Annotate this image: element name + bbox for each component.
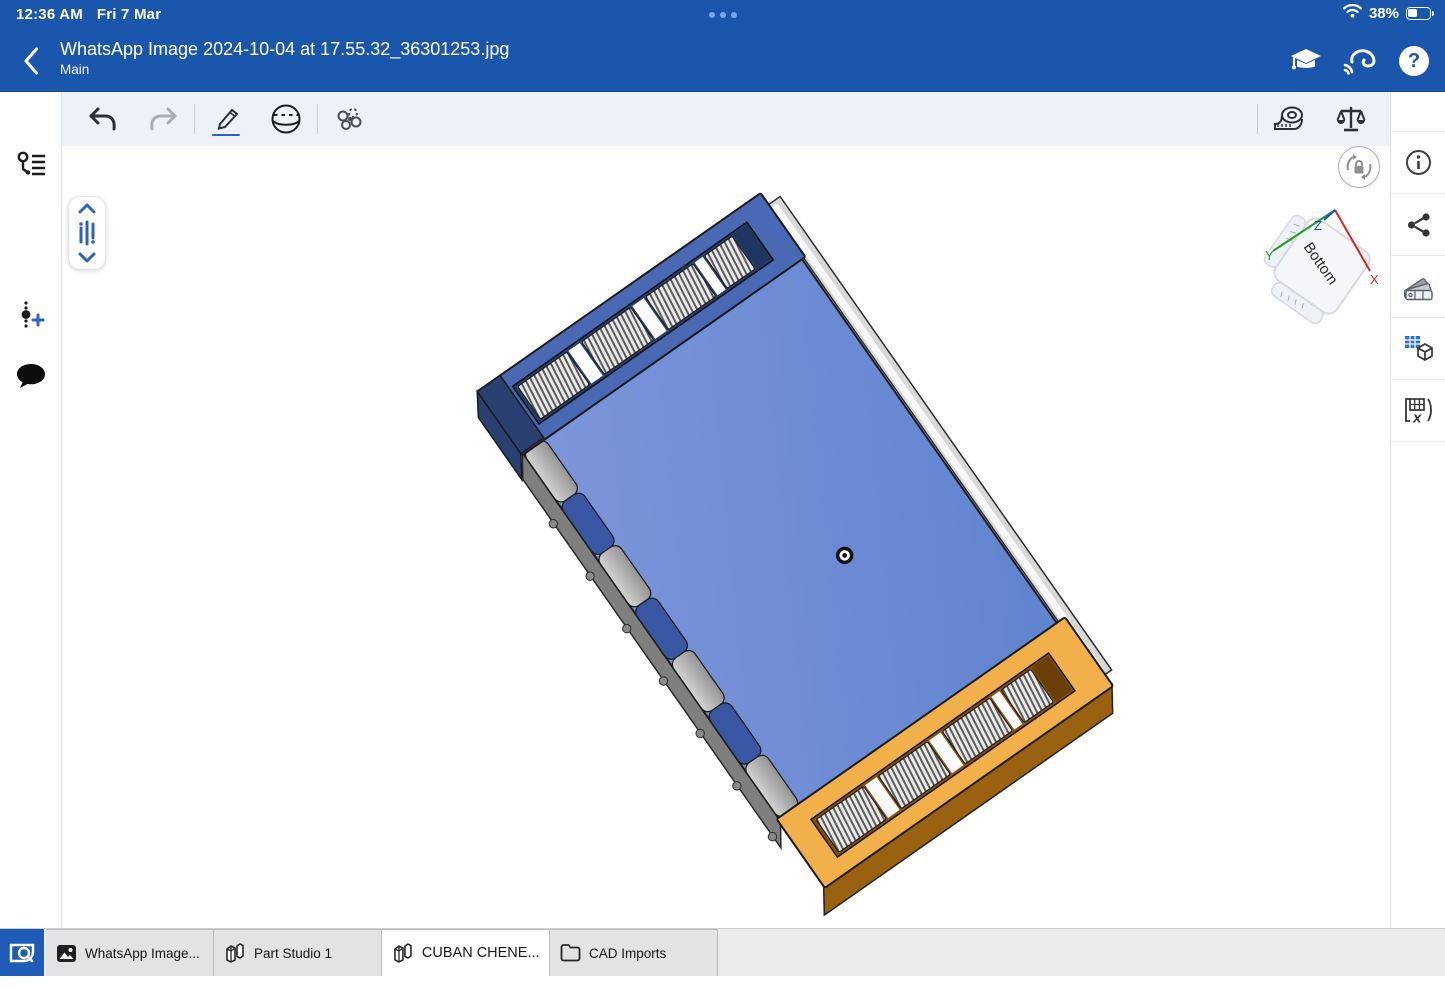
share-icon xyxy=(1406,212,1432,238)
parts-cluster-button[interactable] xyxy=(326,98,372,140)
axis-x-label: X xyxy=(1370,272,1379,287)
comment-icon xyxy=(15,362,47,390)
toolbar xyxy=(62,92,1390,146)
tab-part-studio-1[interactable]: Part Studio 1 xyxy=(214,929,382,977)
tab-cuban-chene[interactable]: CUBAN CHENE... xyxy=(382,929,550,977)
chevron-left-icon xyxy=(23,47,39,75)
redo-button[interactable] xyxy=(140,98,186,140)
part-studio-icon xyxy=(392,942,414,964)
undo-icon xyxy=(88,106,118,132)
tab-label: WhatsApp Image... xyxy=(85,946,200,961)
measure-button[interactable] xyxy=(1266,98,1312,140)
configurations-panel-button[interactable] xyxy=(1391,318,1445,380)
share-panel-button[interactable] xyxy=(1391,194,1445,256)
rotation-lock-icon xyxy=(1344,152,1374,182)
part-model xyxy=(62,146,1390,928)
rollback-down-button[interactable] xyxy=(78,252,96,263)
part-studio-icon xyxy=(224,942,246,964)
tab-cad-imports[interactable]: CAD Imports xyxy=(550,929,718,977)
rollback-up-button[interactable] xyxy=(78,203,96,214)
battery-percent: 38% xyxy=(1369,5,1399,22)
axis-y-label: Y xyxy=(1265,248,1274,263)
axis-z-label: Z xyxy=(1314,218,1322,233)
status-bar: 12:36 AM Fri 7 Mar 38% xyxy=(0,0,1445,30)
rollback-control xyxy=(68,196,106,270)
tab-manager-button[interactable] xyxy=(0,929,44,977)
right-sidebar: x xyxy=(1390,92,1445,928)
image-file-icon xyxy=(56,944,77,963)
appearance-panel-button[interactable] xyxy=(1391,256,1445,318)
info-panel-button[interactable] xyxy=(1391,132,1445,194)
feature-list-icon xyxy=(15,149,47,179)
info-icon xyxy=(1405,149,1432,176)
wifi-icon xyxy=(1343,4,1362,22)
undo-button[interactable] xyxy=(80,98,126,140)
mass-properties-button[interactable] xyxy=(1328,98,1374,140)
pencil-icon xyxy=(212,106,240,132)
folder-icon xyxy=(560,944,581,962)
feature-list-button[interactable] xyxy=(0,138,62,190)
onshape-app: 12:36 AM Fri 7 Mar 38% WhatsApp Image 20… xyxy=(0,0,1445,1004)
home-bar-strip xyxy=(0,976,1445,1004)
tab-label: CAD Imports xyxy=(589,946,666,961)
tab-bar: WhatsApp Image... Part Studio 1 CUBAN CH… xyxy=(0,928,1445,976)
tab-whatsapp-image[interactable]: WhatsApp Image... xyxy=(46,929,214,977)
configuration-table-cube-icon xyxy=(1404,335,1434,363)
back-button[interactable] xyxy=(14,44,48,78)
cast-icon xyxy=(1342,46,1378,76)
viewport-3d[interactable] xyxy=(62,146,1390,928)
tab-search-icon xyxy=(9,941,35,965)
sphere-tool-button[interactable] xyxy=(263,98,309,140)
view-cube[interactable]: Bottom Y X Z xyxy=(1256,194,1388,326)
variables-panel-button[interactable]: x xyxy=(1391,380,1445,442)
variable-table-icon: x xyxy=(1404,397,1434,425)
multitask-indicator-icon xyxy=(0,12,1445,18)
add-feature-button[interactable] xyxy=(0,289,62,341)
svg-text:x: x xyxy=(1412,409,1422,425)
redo-icon xyxy=(148,106,178,132)
tab-label: Part Studio 1 xyxy=(254,946,332,961)
appearance-swatches-icon xyxy=(1404,273,1434,301)
help-button[interactable]: ? xyxy=(1395,42,1433,80)
document-title: WhatsApp Image 2024-10-04 at 17.55.32_36… xyxy=(60,37,509,61)
measure-tape-icon xyxy=(1272,105,1306,133)
battery-icon xyxy=(1406,7,1431,20)
follow-mode-button[interactable] xyxy=(1341,42,1379,80)
parts-cluster-icon xyxy=(333,105,365,133)
workspace-name: Main xyxy=(60,61,509,79)
left-sidebar xyxy=(0,92,62,928)
comments-button[interactable] xyxy=(0,350,62,402)
add-feature-icon xyxy=(16,299,46,331)
learning-center-button[interactable] xyxy=(1287,42,1325,80)
title-bar: WhatsApp Image 2024-10-04 at 17.55.32_36… xyxy=(0,30,1445,92)
graduation-cap-icon xyxy=(1289,46,1323,76)
rollback-slider-handle[interactable] xyxy=(77,220,97,246)
question-mark-icon: ? xyxy=(1399,46,1429,76)
rotation-lock-button[interactable] xyxy=(1338,146,1380,188)
tab-label: CUBAN CHENE... xyxy=(422,945,539,961)
sketch-tool-button[interactable] xyxy=(203,98,249,140)
balance-scale-icon xyxy=(1336,105,1366,133)
sphere-icon xyxy=(270,103,302,135)
